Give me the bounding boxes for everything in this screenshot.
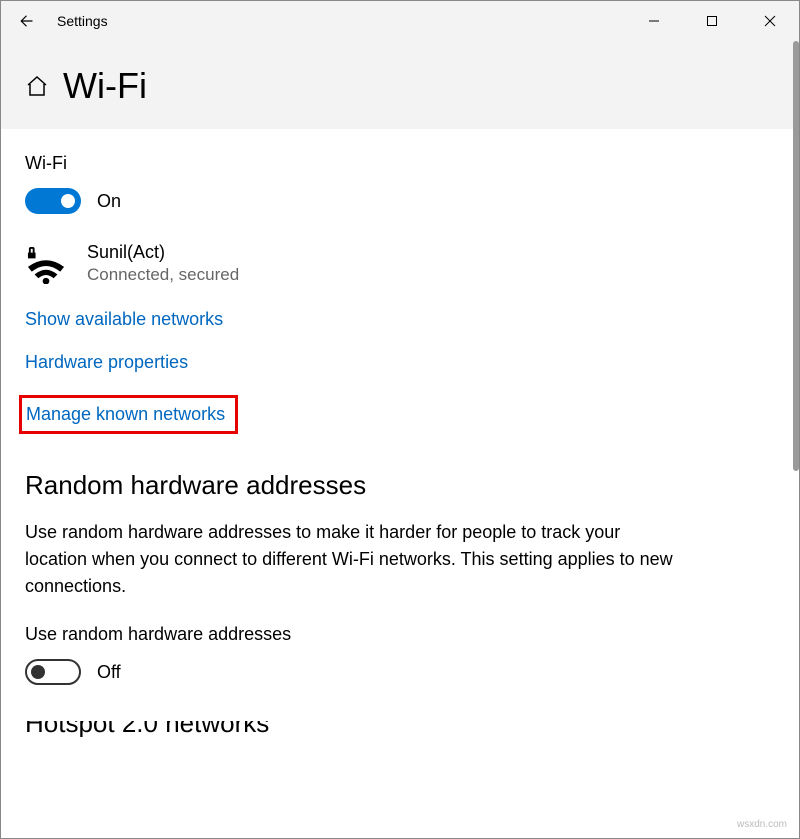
hardware-properties-link[interactable]: Hardware properties — [25, 352, 188, 373]
minimize-icon — [648, 15, 660, 27]
close-icon — [764, 15, 776, 27]
window-controls — [625, 1, 799, 41]
toggle-knob — [31, 665, 45, 679]
connected-network[interactable]: Sunil(Act) Connected, secured — [25, 242, 775, 285]
content-area: Wi-Fi On Sunil(Act) Connected, secured S… — [1, 129, 799, 737]
hotspot-heading-cutoff: Hotspot 2.0 networks — [25, 721, 775, 737]
wifi-toggle-row: On — [25, 188, 775, 214]
watermark: wsxdn.com — [737, 819, 787, 830]
random-hw-toggle-row: Off — [25, 659, 775, 685]
page-title: Wi-Fi — [63, 65, 147, 107]
random-hw-toggle-state: Off — [97, 662, 121, 683]
titlebar: Settings — [1, 1, 799, 41]
close-button[interactable] — [741, 1, 799, 41]
toggle-knob — [61, 194, 75, 208]
arrow-left-icon — [16, 12, 34, 30]
random-hw-heading: Random hardware addresses — [25, 470, 775, 501]
manage-known-networks-link[interactable]: Manage known networks — [19, 395, 238, 434]
maximize-button[interactable] — [683, 1, 741, 41]
wifi-toggle-state: On — [97, 191, 121, 212]
random-hw-description: Use random hardware addresses to make it… — [25, 519, 685, 600]
minimize-button[interactable] — [625, 1, 683, 41]
wifi-section-label: Wi-Fi — [25, 153, 775, 174]
show-available-networks-link[interactable]: Show available networks — [25, 309, 223, 330]
app-title: Settings — [49, 13, 108, 29]
scrollbar-thumb[interactable] — [793, 41, 799, 471]
wifi-toggle[interactable] — [25, 188, 81, 214]
back-button[interactable] — [1, 1, 49, 41]
network-name: Sunil(Act) — [87, 242, 239, 263]
maximize-icon — [706, 15, 718, 27]
wifi-secured-icon — [25, 242, 69, 284]
network-status: Connected, secured — [87, 265, 239, 285]
random-hw-toggle-label: Use random hardware addresses — [25, 624, 775, 645]
network-info: Sunil(Act) Connected, secured — [87, 242, 239, 285]
random-hw-toggle[interactable] — [25, 659, 81, 685]
page-header: Wi-Fi — [1, 41, 799, 129]
home-icon[interactable] — [25, 74, 49, 98]
